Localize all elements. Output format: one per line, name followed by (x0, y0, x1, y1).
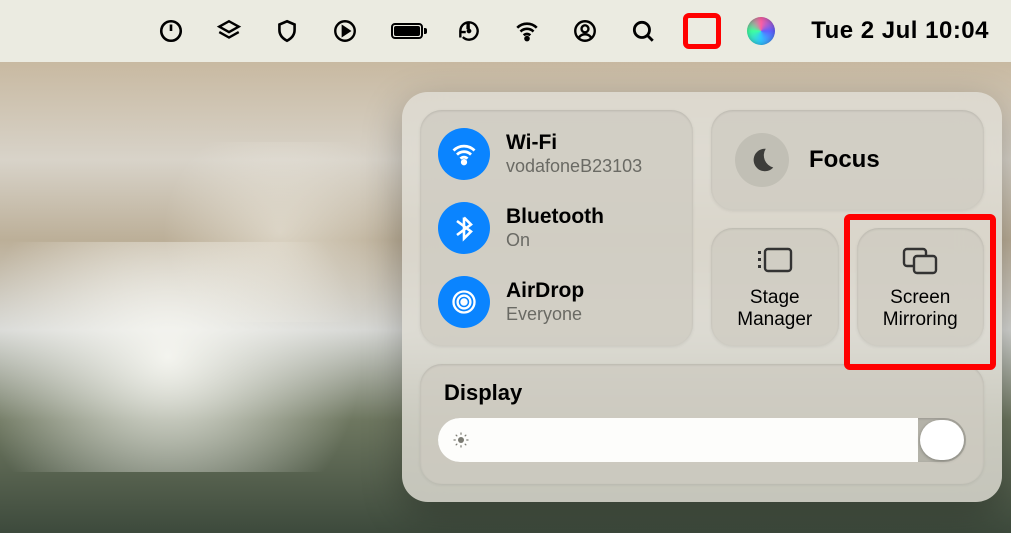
stage-manager-button[interactable]: StageManager (711, 228, 839, 346)
wifi-title: Wi-Fi (506, 131, 642, 154)
power-menu-icon[interactable] (153, 13, 189, 49)
svg-text:!: ! (467, 21, 470, 30)
bluetooth-toggle[interactable]: Bluetooth On (438, 202, 675, 254)
play-menu-icon[interactable] (327, 13, 363, 49)
menu-bar-clock[interactable]: Tue 2 Jul 10:04 (801, 17, 999, 45)
display-card: Display (420, 364, 984, 484)
brightness-slider[interactable] (438, 418, 966, 462)
stage-manager-icon (755, 245, 795, 277)
bluetooth-title: Bluetooth (506, 205, 604, 228)
wifi-toggle[interactable]: Wi-Fi vodafoneB23103 (438, 128, 675, 180)
focus-toggle[interactable]: Focus (711, 110, 984, 210)
screen-mirroring-label: ScreenMirroring (883, 287, 958, 331)
airdrop-toggle[interactable]: AirDrop Everyone (438, 276, 675, 328)
wifi-status: vodafoneB23103 (506, 156, 642, 177)
bluetooth-status: On (506, 230, 604, 251)
wifi-icon (438, 128, 490, 180)
siri-icon[interactable] (743, 13, 779, 49)
control-center-panel: Wi-Fi vodafoneB23103 Bluetooth On AirD (402, 92, 1002, 502)
display-title: Display (444, 380, 966, 406)
user-menu-icon[interactable] (567, 13, 603, 49)
shield-menu-icon[interactable] (269, 13, 305, 49)
screen-mirroring-button[interactable]: ScreenMirroring (857, 228, 985, 346)
airdrop-status: Everyone (506, 304, 584, 325)
small-cards-row: StageManager ScreenMirroring (711, 228, 984, 346)
brightness-low-icon (452, 431, 470, 449)
moon-icon (735, 133, 789, 187)
bluetooth-icon (438, 202, 490, 254)
airdrop-title: AirDrop (506, 279, 584, 302)
menu-bar: ! Tue 2 Jul 10:04 (0, 0, 1011, 62)
spotlight-search-icon[interactable] (625, 13, 661, 49)
timemachine-menu-icon[interactable]: ! (451, 13, 487, 49)
battery-menu-icon[interactable] (385, 13, 429, 49)
layers-menu-icon[interactable] (211, 13, 247, 49)
slider-thumb[interactable] (920, 420, 964, 460)
focus-label: Focus (809, 146, 880, 174)
connectivity-card: Wi-Fi vodafoneB23103 Bluetooth On AirD (420, 110, 693, 346)
control-center-icon[interactable] (683, 13, 721, 49)
stage-manager-label: StageManager (737, 287, 812, 331)
airdrop-icon (438, 276, 490, 328)
screen-mirroring-icon (900, 245, 940, 277)
wifi-menu-icon[interactable] (509, 13, 545, 49)
